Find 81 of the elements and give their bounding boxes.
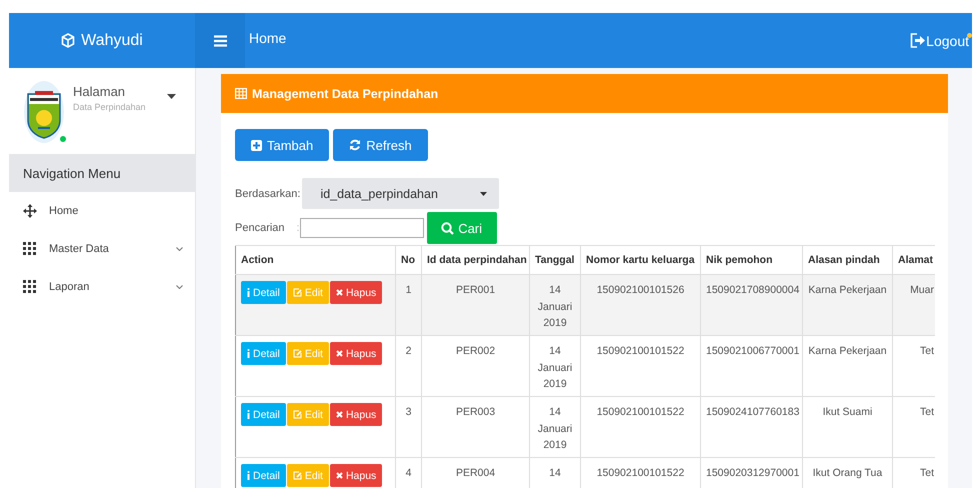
detail-button[interactable]: Detail — [241, 281, 286, 304]
detail-button[interactable]: Detail — [241, 342, 286, 365]
table-cell: 150902100101526 — [596, 284, 684, 296]
brand-name: Wahyudi — [81, 32, 143, 50]
filter-label: Berdasarkan: — [235, 188, 300, 200]
refresh-button[interactable]: Refresh — [333, 129, 428, 161]
delete-button[interactable]: Hapus — [330, 464, 382, 487]
table-cell: Karna Pekerjaan — [808, 284, 887, 296]
user-subtitle: Data Perpindahan — [73, 102, 147, 112]
delete-button[interactable]: Hapus — [330, 342, 382, 365]
search-icon — [441, 222, 454, 234]
table-cell: Muar — [910, 284, 934, 296]
edit-icon — [292, 471, 302, 480]
table-cell: 150902100101522 — [596, 345, 684, 357]
close-icon — [336, 472, 343, 479]
filter-dropdown[interactable]: id_data_perpindahan — [302, 178, 500, 209]
detail-button[interactable]: Detail — [241, 403, 286, 426]
table-cell: 150902100101522 — [596, 467, 684, 479]
table-cell: 4 — [406, 467, 412, 479]
table-cell: Tet — [920, 345, 934, 357]
table-cell: 14 Januari 2019 — [538, 406, 572, 451]
table-cell: 1509021006770001 — [706, 345, 800, 357]
panel-title: Management Data Perpindahan — [252, 86, 438, 100]
table-cell: 14 Januari 2019 — [538, 345, 572, 390]
table-cell: 3 — [406, 406, 412, 418]
table-cell: 1509024107760183 — [706, 406, 800, 418]
table-cell: Karna Pekerjaan — [808, 345, 887, 357]
edit-icon — [292, 410, 302, 419]
table-cell: Ikut Suami — [822, 406, 872, 418]
refresh-icon — [349, 139, 362, 151]
emblem-logo — [23, 80, 65, 144]
column-header: Action — [236, 246, 396, 274]
column-header: Nomor kartu keluarga — [580, 246, 700, 274]
table-cell: 14 — [549, 467, 561, 479]
logout-icon — [910, 33, 926, 48]
table-cell: 14 Januari 2019 — [538, 284, 572, 329]
table-cell: PER003 — [456, 406, 496, 418]
table-cell: Tet — [920, 467, 934, 479]
info-icon — [247, 288, 250, 297]
search-button[interactable]: Cari — [426, 212, 497, 244]
move-icon — [23, 204, 37, 218]
table-cell: 1509021708900004 — [706, 284, 800, 296]
table-cell: Ikut Orang Tua — [812, 467, 882, 479]
search-label: Pencarian — [235, 222, 285, 234]
table-cell: 2 — [406, 345, 412, 357]
table-cell: 1 — [406, 284, 412, 296]
close-icon — [336, 289, 343, 296]
detail-button[interactable]: Detail — [241, 464, 286, 487]
close-icon — [336, 411, 343, 418]
user-title: Halaman — [73, 84, 126, 99]
page-title: Home — [249, 30, 286, 46]
cube-icon — [61, 33, 76, 48]
table-cell: PER002 — [456, 345, 496, 357]
table-cell: Tet — [920, 406, 934, 418]
edit-icon — [292, 349, 302, 358]
delete-button[interactable]: Hapus — [330, 281, 382, 304]
nav-item[interactable]: Laporan — [9, 268, 195, 306]
caret-icon[interactable] — [167, 94, 176, 99]
close-icon — [336, 350, 343, 357]
table-cell: PER004 — [456, 467, 496, 479]
table-icon — [235, 88, 247, 99]
grid-icon — [23, 242, 37, 256]
label-separator: : — [296, 222, 300, 234]
table-cell: 150902100101522 — [596, 406, 684, 418]
navigation-header: Navigation Menu — [23, 166, 121, 180]
menu-icon[interactable] — [214, 34, 226, 46]
grid-icon — [23, 280, 37, 294]
info-icon — [247, 410, 250, 419]
plus-icon — [251, 140, 262, 150]
search-field[interactable] — [300, 218, 424, 238]
logout-link[interactable]: Logout — [910, 13, 972, 68]
add-button[interactable]: Tambah — [235, 129, 330, 161]
caret-icon — [480, 192, 488, 196]
table-cell: 1509020312970001 — [706, 467, 800, 479]
info-icon — [247, 471, 250, 480]
nav-item[interactable]: Home — [9, 192, 195, 230]
table-cell: PER001 — [456, 284, 496, 296]
nav-item[interactable]: Master Data — [9, 230, 195, 268]
info-icon — [247, 349, 250, 358]
delete-button[interactable]: Hapus — [330, 403, 382, 426]
edit-icon — [292, 288, 302, 297]
